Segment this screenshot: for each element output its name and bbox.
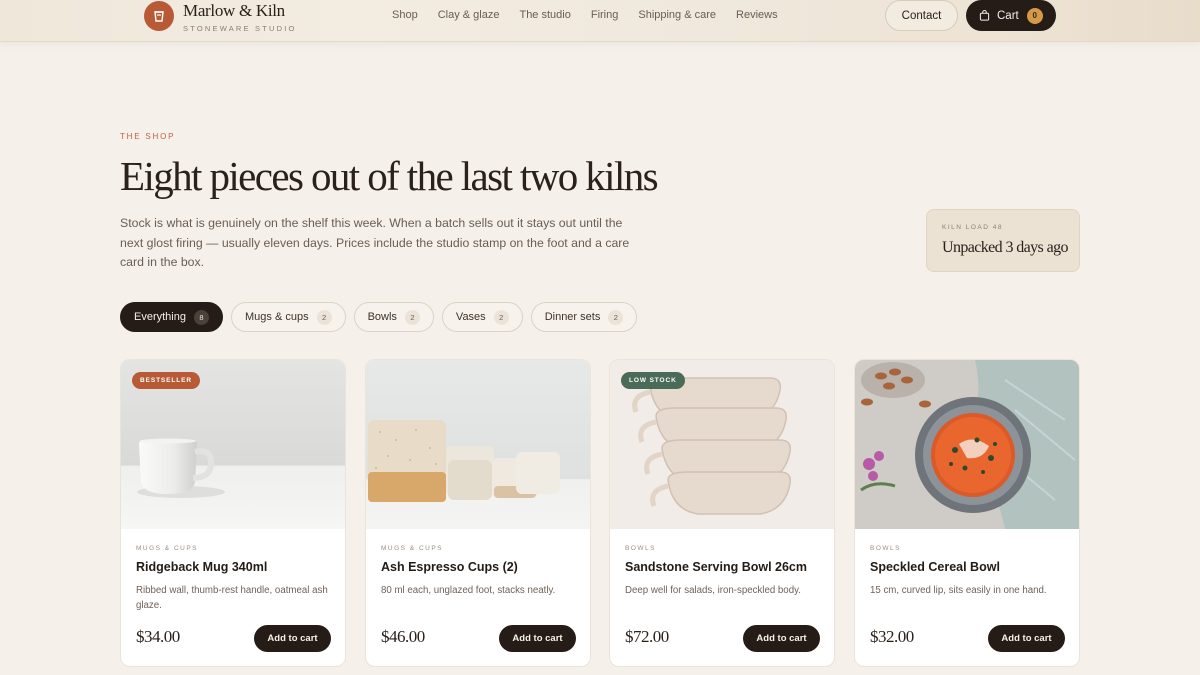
filter-count: 2 bbox=[608, 309, 624, 325]
filter-count: 2 bbox=[493, 309, 509, 325]
kiln-status-card: KILN LOAD 48 Unpacked 3 days ago bbox=[926, 209, 1080, 272]
cart-count-badge: 0 bbox=[1026, 7, 1043, 24]
filter-count: 8 bbox=[193, 309, 209, 325]
section-eyebrow: THE SHOP bbox=[120, 132, 176, 141]
contact-button[interactable]: Contact bbox=[885, 0, 958, 31]
product-price: $32.00 bbox=[870, 627, 914, 646]
product-category: BOWLS bbox=[625, 545, 656, 552]
add-to-cart-button[interactable]: Add to cart bbox=[254, 625, 331, 652]
product-description: 15 cm, curved lip, sits easily in one ha… bbox=[870, 585, 1047, 596]
filter-everything[interactable]: Everything 8 bbox=[120, 302, 223, 332]
kiln-load-label: KILN LOAD 48 bbox=[942, 224, 1003, 231]
filter-bowls[interactable]: Bowls 2 bbox=[353, 302, 434, 332]
nav-link-shop[interactable]: Shop bbox=[392, 9, 418, 21]
product-name[interactable]: Ridgeback Mug 340ml bbox=[136, 560, 267, 574]
product-price: $46.00 bbox=[381, 627, 425, 646]
product-card[interactable]: BESTSELLER MUGS & CUPS Ridgeback Mug 340… bbox=[120, 359, 346, 667]
bag-icon bbox=[979, 10, 990, 21]
product-price: $72.00 bbox=[625, 627, 669, 646]
page-description: Stock is what is genuinely on the shelf … bbox=[120, 216, 630, 269]
brand-tagline: STONEWARE STUDIO bbox=[183, 24, 297, 33]
nav-link-the-studio[interactable]: The studio bbox=[519, 9, 570, 21]
filter-count: 2 bbox=[404, 309, 420, 325]
product-description: Deep well for salads, iron-speckled body… bbox=[625, 585, 801, 596]
product-description: 80 ml each, unglazed foot, stacks neatly… bbox=[381, 585, 556, 596]
add-to-cart-button[interactable]: Add to cart bbox=[743, 625, 820, 652]
nav-link-firing[interactable]: Firing bbox=[591, 9, 619, 21]
filter-label: Dinner sets bbox=[544, 311, 601, 323]
brand-name[interactable]: Marlow & Kiln bbox=[183, 1, 285, 21]
product-image[interactable] bbox=[855, 360, 1079, 529]
product-card[interactable]: BOWLS Speckled Cereal Bowl 15 cm, curved… bbox=[854, 359, 1080, 667]
main-nav: Shop Clay & glaze The studio Firing Ship… bbox=[392, 9, 798, 21]
product-name[interactable]: Sandstone Serving Bowl 26cm bbox=[625, 560, 807, 574]
product-price: $34.00 bbox=[136, 627, 180, 646]
filter-label: Vases bbox=[455, 311, 486, 323]
cup-icon[interactable] bbox=[144, 1, 174, 31]
cart-label: Cart bbox=[997, 9, 1019, 22]
filter-vases[interactable]: Vases 2 bbox=[441, 302, 523, 332]
nav-link-shipping-care[interactable]: Shipping & care bbox=[638, 9, 716, 21]
top-navigation-bar: Marlow & Kiln STONEWARE STUDIO Shop Clay… bbox=[0, 0, 1200, 42]
product-category: MUGS & CUPS bbox=[381, 545, 444, 552]
product-card[interactable]: MUGS & CUPS Ash Espresso Cups (2) 80 ml … bbox=[365, 359, 591, 667]
cart-button[interactable]: Cart 0 bbox=[966, 0, 1056, 31]
nav-link-reviews[interactable]: Reviews bbox=[736, 9, 778, 21]
filter-label: Everything bbox=[134, 311, 186, 323]
nav-link-clay-glaze[interactable]: Clay & glaze bbox=[438, 9, 500, 21]
product-image[interactable] bbox=[366, 360, 590, 529]
add-to-cart-button[interactable]: Add to cart bbox=[499, 625, 576, 652]
page-title: Eight pieces out of the last two kilns bbox=[120, 153, 659, 199]
filter-dinner-sets[interactable]: Dinner sets 2 bbox=[530, 302, 638, 332]
product-category: MUGS & CUPS bbox=[136, 545, 199, 552]
filter-label: Bowls bbox=[367, 311, 397, 323]
kiln-status-value: Unpacked 3 days ago bbox=[942, 239, 1068, 256]
product-card[interactable]: LOW STOCK BOWLS Sandstone Serving Bowl 2… bbox=[609, 359, 835, 667]
product-category: BOWLS bbox=[870, 545, 901, 552]
filter-count: 2 bbox=[316, 309, 332, 325]
product-badge: LOW STOCK bbox=[621, 372, 685, 389]
product-name[interactable]: Ash Espresso Cups (2) bbox=[381, 560, 518, 574]
product-name[interactable]: Speckled Cereal Bowl bbox=[870, 560, 1000, 574]
filter-mugs-cups[interactable]: Mugs & cups 2 bbox=[230, 302, 346, 332]
category-filter-bar: Everything 8 Mugs & cups 2 Bowls 2 Vases… bbox=[120, 302, 645, 332]
product-description: Ribbed wall, thumb-rest handle, oatmeal … bbox=[136, 585, 328, 611]
filter-label: Mugs & cups bbox=[244, 311, 309, 323]
add-to-cart-button[interactable]: Add to cart bbox=[988, 625, 1065, 652]
product-badge: BESTSELLER bbox=[132, 372, 200, 389]
